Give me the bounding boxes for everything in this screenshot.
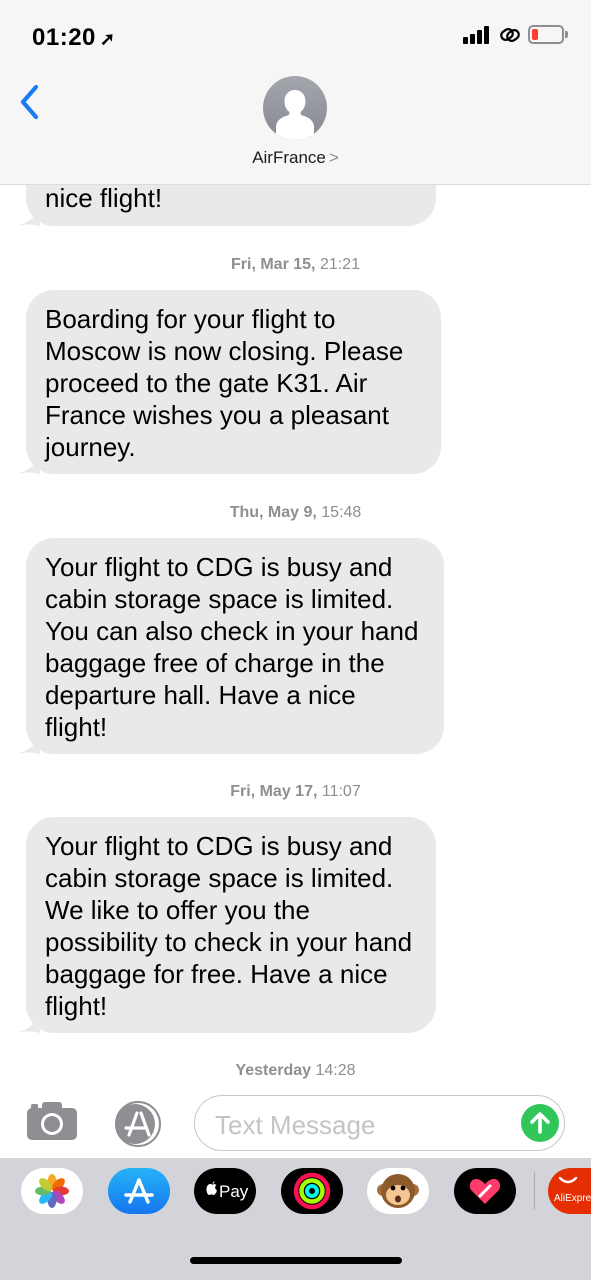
contact-chevron: > bbox=[328, 148, 339, 167]
digital-touch-icon[interactable] bbox=[454, 1168, 516, 1214]
contact-avatar[interactable] bbox=[263, 76, 327, 140]
photos-app-icon[interactable] bbox=[21, 1168, 83, 1214]
message-bubble[interactable]: Boarding for your flight to Moscow is no… bbox=[16, 290, 441, 474]
home-indicator[interactable] bbox=[190, 1257, 402, 1264]
battery-icon bbox=[528, 25, 568, 44]
drawer-divider bbox=[534, 1172, 535, 1210]
app-store-icon[interactable] bbox=[109, 1101, 167, 1147]
message-timestamp: Yesterday 14:28 bbox=[235, 1062, 356, 1079]
bubble-tail bbox=[16, 450, 40, 474]
contact-name-button[interactable]: AirFrance > bbox=[0, 148, 591, 168]
aliexpress-label: AliExpre bbox=[554, 1193, 591, 1204]
apple-pay-label: Pay bbox=[219, 1182, 249, 1201]
message-timestamp: Fri, May 17, 11:07 bbox=[230, 783, 361, 800]
person-silhouette-icon bbox=[276, 90, 314, 140]
send-arrow-icon bbox=[530, 1112, 550, 1134]
animoji-monkey-icon[interactable] bbox=[367, 1168, 429, 1214]
bubble-tail bbox=[16, 730, 40, 754]
contact-name: AirFrance bbox=[252, 148, 326, 167]
status-time: 01:20 ➚ bbox=[32, 24, 116, 51]
message-text: Your flight to CDG is busy and cabin sto… bbox=[45, 552, 419, 742]
message-placeholder: Text Message bbox=[215, 1110, 376, 1140]
location-arrow-icon: ➚ bbox=[99, 29, 116, 49]
message-text: Your flight to CDG is busy and cabin sto… bbox=[45, 831, 413, 1021]
message-bubble[interactable]: Your flight to CDG is busy and cabin sto… bbox=[16, 817, 436, 1033]
camera-icon[interactable] bbox=[26, 1101, 78, 1141]
signal-bars-icon bbox=[463, 26, 491, 44]
navigation-header: 01:20 ➚ AirFrance > bbox=[0, 0, 591, 185]
apple-pay-icon[interactable]: Pay bbox=[194, 1168, 256, 1214]
message-input[interactable]: Text Message bbox=[194, 1095, 565, 1151]
chevron-left-icon[interactable] bbox=[16, 82, 46, 122]
bubble-tail bbox=[16, 1009, 40, 1033]
message-timestamp: Fri, Mar 15, 21:21 bbox=[231, 256, 360, 273]
message-bubble[interactable]: Your flight to CDG is busy and cabin sto… bbox=[16, 538, 444, 754]
message-text: Boarding for your flight to Moscow is no… bbox=[45, 304, 404, 462]
message-text: nice flight! bbox=[45, 183, 163, 213]
link-icon bbox=[500, 28, 520, 42]
send-button[interactable] bbox=[521, 1104, 559, 1142]
activity-rings-icon[interactable] bbox=[281, 1168, 343, 1214]
message-timestamp: Thu, May 9, 15:48 bbox=[229, 504, 362, 521]
compose-bar: Text Message bbox=[0, 1088, 591, 1158]
bubble-tail bbox=[16, 202, 40, 226]
app-store-icon[interactable] bbox=[108, 1168, 170, 1214]
aliexpress-icon[interactable]: AliExpre bbox=[548, 1168, 591, 1214]
